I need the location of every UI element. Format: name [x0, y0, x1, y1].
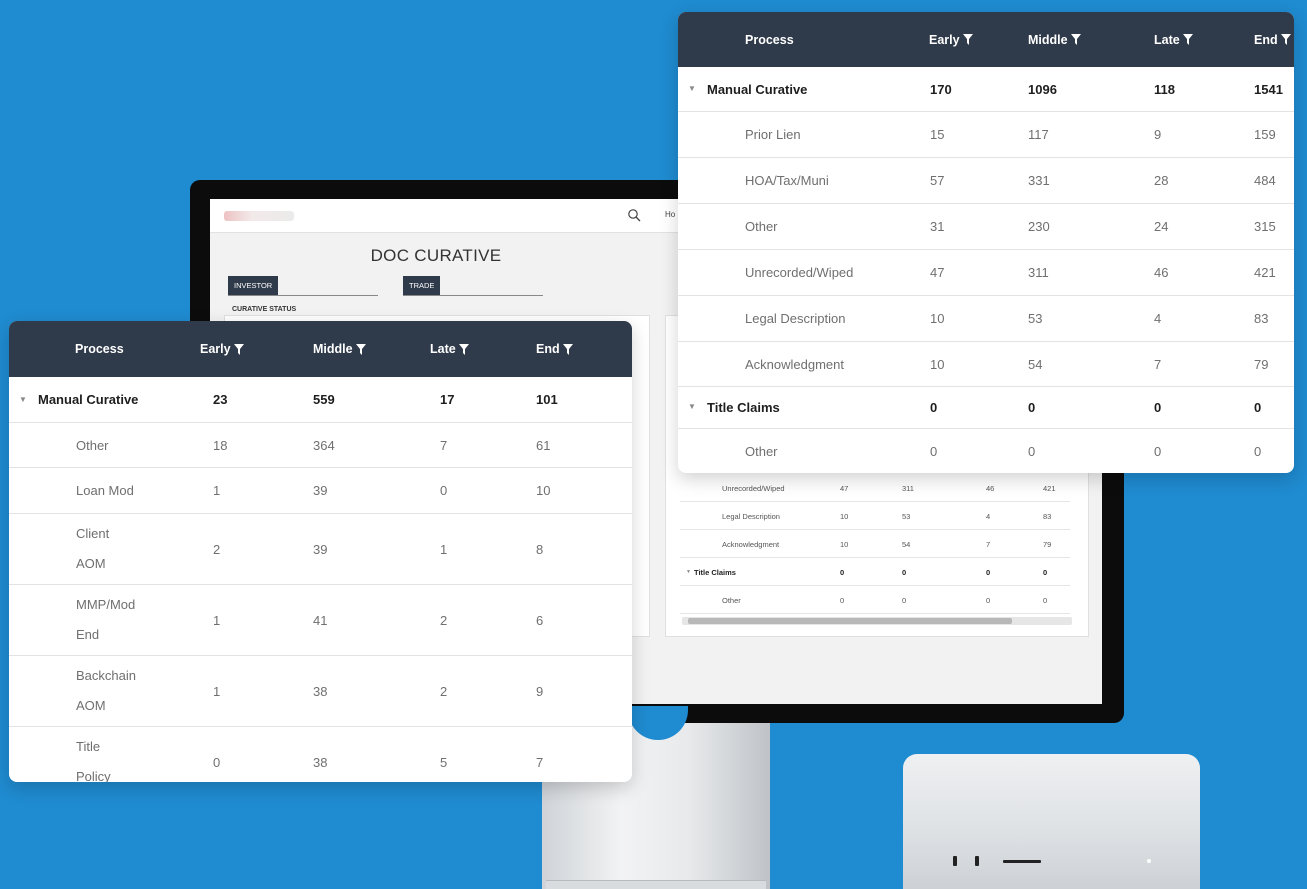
table-row[interactable]: Acknowledgment 10 54 7 79 [678, 342, 1294, 387]
table-row[interactable]: Other 0 0 0 0 [680, 586, 1070, 614]
scrollbar-thumb[interactable] [688, 618, 1012, 624]
right-table-card: Process Early Middle Late End ▼ Manual C… [678, 12, 1294, 473]
column-header-middle[interactable]: Middle [313, 321, 366, 377]
table-row[interactable]: Other 31 230 24 315 [678, 204, 1294, 250]
table-row[interactable]: Legal Description 10 53 4 83 [680, 502, 1070, 530]
table-header: Process Early Middle Late End [9, 321, 632, 377]
horizontal-scrollbar[interactable] [682, 617, 1072, 625]
trade-filter-input[interactable] [403, 295, 543, 296]
table-row[interactable]: MMP/Mod End 1 41 2 6 [9, 585, 632, 656]
caret-down-icon[interactable]: ▼ [688, 84, 696, 93]
column-header-late[interactable]: Late [430, 321, 469, 377]
caret-down-icon[interactable]: ▼ [19, 395, 27, 404]
sd-card-slot [1003, 860, 1041, 863]
table-row[interactable]: Client AOM 2 39 1 8 [9, 514, 632, 585]
table-row[interactable]: Other 0 0 0 0 [678, 429, 1294, 473]
column-header-late[interactable]: Late [1154, 12, 1193, 67]
column-header-process[interactable]: Process [745, 12, 794, 67]
filter-icon[interactable] [1280, 34, 1291, 45]
app-logo [224, 211, 294, 221]
filter-icon[interactable] [355, 343, 366, 355]
filter-icon[interactable] [962, 34, 973, 45]
left-table-card: Process Early Middle Late End ▼ Manual C… [9, 321, 632, 782]
nav-link-home[interactable]: Ho [665, 210, 675, 219]
table-row-group[interactable]: ▼ Title Claims 0 0 0 0 [678, 387, 1294, 429]
trade-filter-label[interactable]: TRADE [403, 276, 441, 295]
table-row-group[interactable]: ▼ Title Claims 0 0 0 0 [680, 558, 1070, 586]
table-row[interactable]: Prior Lien 15 117 9 159 [678, 112, 1294, 158]
monitor-stand-base [546, 880, 766, 889]
caret-down-icon[interactable]: ▼ [686, 569, 691, 575]
filter-icon[interactable] [233, 343, 244, 355]
table-header: Process Early Middle Late End [678, 12, 1294, 67]
power-led [1147, 859, 1151, 863]
page-title: DOC CURATIVE [370, 246, 502, 265]
investor-filter-input[interactable] [228, 295, 378, 296]
filter-icon[interactable] [1070, 34, 1081, 45]
column-header-middle[interactable]: Middle [1028, 12, 1081, 67]
investor-filter-label[interactable]: INVESTOR [228, 276, 279, 295]
column-header-end[interactable]: End [536, 321, 573, 377]
table-row[interactable]: Other 18 364 7 61 [9, 423, 632, 468]
table-row[interactable]: Acknowledgment 10 54 7 79 [680, 530, 1070, 558]
table-row[interactable]: Loan Mod 1 39 0 10 [9, 468, 632, 514]
table-row[interactable]: Backchain AOM 1 38 2 9 [9, 656, 632, 727]
filter-icon[interactable] [562, 343, 573, 355]
caret-down-icon[interactable]: ▼ [688, 402, 696, 411]
filter-icon[interactable] [1182, 34, 1193, 45]
table-row[interactable]: Legal Description 10 53 4 83 [678, 296, 1294, 342]
section-label-curative-status: CURATIVE STATUS [232, 306, 297, 313]
column-header-early[interactable]: Early [929, 12, 973, 67]
search-icon[interactable] [627, 208, 641, 222]
table-row[interactable]: Title Policy 0 38 5 7 [9, 727, 632, 782]
table-row[interactable]: Unrecorded/Wiped 47 311 46 421 [680, 474, 1070, 502]
table-row-group[interactable]: ▼ Manual Curative 23 559 17 101 [9, 377, 632, 423]
mac-mini-device [903, 754, 1200, 889]
table-row-group[interactable]: ▼ Manual Curative 170 1096 118 1541 [678, 67, 1294, 112]
usb-port [975, 856, 979, 866]
table-row[interactable]: HOA/Tax/Muni 57 331 28 484 [678, 158, 1294, 204]
column-header-end[interactable]: End [1254, 12, 1291, 67]
filter-icon[interactable] [458, 343, 469, 355]
table-row[interactable]: Unrecorded/Wiped 47 311 46 421 [678, 250, 1294, 296]
column-header-process[interactable]: Process [75, 321, 124, 377]
column-header-early[interactable]: Early [200, 321, 244, 377]
usb-port [953, 856, 957, 866]
